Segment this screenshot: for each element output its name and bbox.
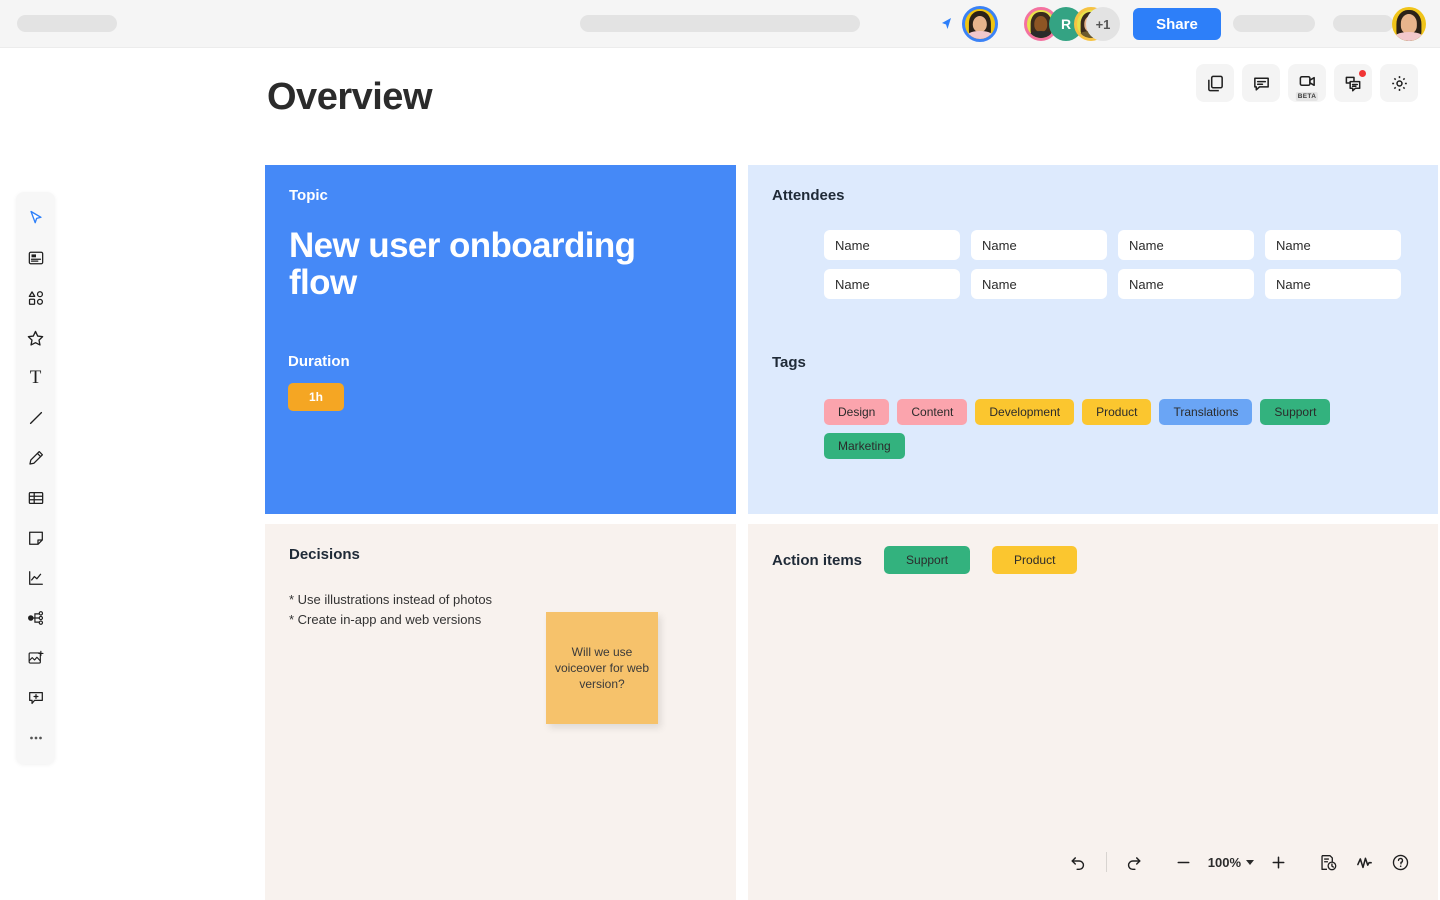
version-history-button[interactable] [1312, 846, 1344, 878]
video-call-icon[interactable]: BETA [1288, 64, 1326, 102]
topic-label: Topic [289, 187, 328, 204]
undo-button[interactable] [1063, 846, 1095, 878]
action-items-header: Action items Support Product [772, 546, 1414, 574]
upload-image-tool[interactable] [16, 638, 55, 678]
attendee-field[interactable]: Name [1118, 230, 1254, 260]
mindmap-tool[interactable] [16, 598, 55, 638]
attendee-field[interactable]: Name [824, 269, 960, 299]
add-comment-tool[interactable] [16, 678, 55, 718]
attendee-field[interactable]: Name [824, 230, 960, 260]
duplicate-page-icon[interactable] [1196, 64, 1234, 102]
attendee-field[interactable]: Name [1265, 269, 1401, 299]
topbar-placeholder-right-1 [1233, 15, 1315, 32]
attendee-field[interactable]: Name [971, 230, 1107, 260]
left-toolbar: T [16, 192, 55, 764]
toolbar-divider [1105, 852, 1107, 872]
tag-list: Design Content Development Product Trans… [824, 399, 1384, 459]
star-sticker-tool[interactable] [16, 318, 55, 358]
template-tool[interactable] [16, 238, 55, 278]
action-items-card[interactable]: Action items Support Product [748, 524, 1438, 900]
action-tag-product[interactable]: Product [992, 546, 1078, 574]
topic-title: New user onboarding flow [289, 226, 636, 302]
tag-marketing[interactable]: Marketing [824, 433, 905, 459]
action-tag-support[interactable]: Support [884, 546, 971, 574]
cursor-pointer-icon [938, 15, 956, 33]
pen-tool[interactable] [16, 438, 55, 478]
action-items-heading: Action items [772, 551, 863, 569]
decisions-text: * Use illustrations instead of photos * … [289, 592, 493, 628]
line-tool[interactable] [16, 398, 55, 438]
select-cursor-tool[interactable] [16, 198, 55, 238]
avatar-overflow-count[interactable]: +1 [1086, 7, 1120, 41]
bottom-toolbar: 100% [1063, 846, 1416, 878]
decisions-card[interactable]: Decisions [265, 524, 736, 900]
topic-card[interactable]: Topic New user onboarding flow [265, 165, 736, 514]
share-button[interactable]: Share [1133, 8, 1221, 40]
duration-chip[interactable]: 1h [288, 383, 344, 411]
chevron-down-icon [1246, 859, 1254, 865]
page-title: Overview [267, 76, 433, 118]
help-button[interactable] [1384, 846, 1416, 878]
zoom-level-value: 100% [1207, 854, 1241, 870]
top-bar: R +1 Share [0, 0, 1440, 48]
tag-product[interactable]: Product [1082, 399, 1152, 425]
shapes-tool[interactable] [16, 278, 55, 318]
attendees-heading: Attendees [772, 187, 845, 204]
attendee-field[interactable]: Name [1265, 230, 1401, 260]
zoom-in-button[interactable] [1262, 846, 1294, 878]
avatar-self[interactable] [962, 6, 998, 42]
attendee-grid: Name Name Name Name Name Name Name Name [824, 230, 1401, 299]
text-tool[interactable]: T [16, 358, 55, 398]
topbar-placeholder-center [580, 15, 860, 32]
sticky-note[interactable]: Will we use voiceover for web version? [546, 612, 658, 724]
notification-dot [1359, 70, 1366, 77]
table-tool[interactable] [16, 478, 55, 518]
topbar-placeholder-left [17, 15, 117, 32]
topbar-placeholder-right-2 [1333, 15, 1393, 32]
sticky-note-tool[interactable] [16, 518, 55, 558]
decisions-heading: Decisions [289, 546, 360, 563]
chart-tool[interactable] [16, 558, 55, 598]
zoom-level-dropdown[interactable]: 100% [1204, 855, 1258, 870]
avatar-me[interactable] [1392, 7, 1426, 41]
tag-design[interactable]: Design [824, 399, 890, 425]
tag-translations[interactable]: Translations [1159, 399, 1253, 425]
redo-button[interactable] [1118, 846, 1150, 878]
more-tools[interactable] [16, 718, 55, 758]
beta-badge: BETA [1295, 92, 1319, 101]
attendee-field[interactable]: Name [971, 269, 1107, 299]
header-tools: BETA [1196, 64, 1418, 102]
tags-heading: Tags [772, 354, 806, 371]
chat-icon[interactable] [1334, 64, 1372, 102]
tag-support[interactable]: Support [1260, 399, 1331, 425]
tag-development[interactable]: Development [975, 399, 1075, 425]
comment-icon[interactable] [1242, 64, 1280, 102]
tag-content[interactable]: Content [897, 399, 968, 425]
settings-gear-icon[interactable] [1380, 64, 1418, 102]
attendee-field[interactable]: Name [1118, 269, 1254, 299]
attendees-card[interactable]: Attendees [748, 165, 1438, 514]
activity-pulse-button[interactable] [1348, 846, 1380, 878]
zoom-out-button[interactable] [1168, 846, 1200, 878]
duration-label: Duration [288, 353, 350, 370]
